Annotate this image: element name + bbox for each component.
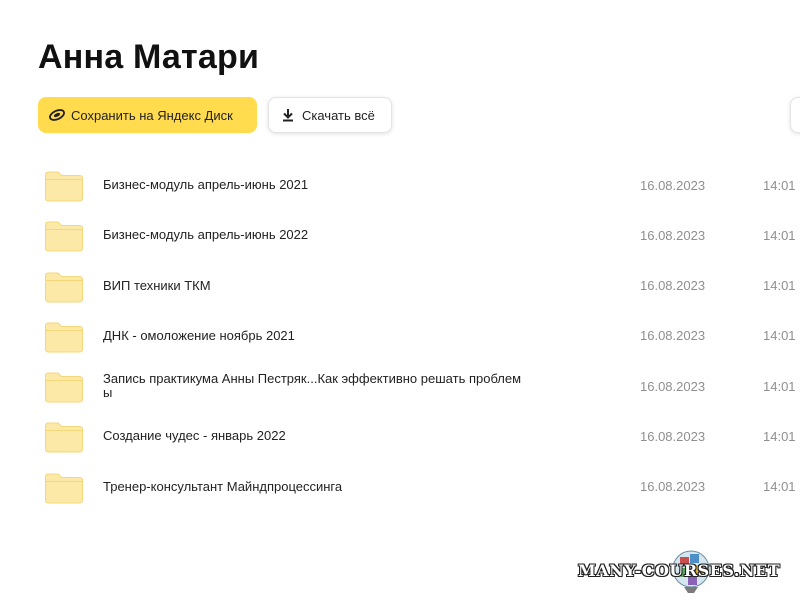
file-name[interactable]: Тренер-консультант Майндпроцессинга <box>103 462 523 512</box>
save-to-yandex-disk-button[interactable]: Сохранить на Яндекс Диск <box>38 97 257 133</box>
file-name[interactable]: Запись практикума Анны Пестряк...Как эфф… <box>103 361 523 411</box>
more-button[interactable] <box>790 97 800 133</box>
watermark-text: MANY-COURSES.NET <box>578 561 781 580</box>
file-date: 16.08.2023 <box>640 428 706 444</box>
file-list: Бизнес-модуль апрель-июнь 2021 16.08.2023… <box>0 160 800 512</box>
file-time: 14:01 <box>763 227 796 243</box>
file-date: 16.08.2023 <box>640 177 706 193</box>
file-row[interactable]: Создание чудес - январь 2022 16.08.2023 14… <box>0 411 800 461</box>
file-row[interactable]: Бизнес-модуль апрель-июнь 2022 16.08.2023… <box>0 210 800 260</box>
folder-icon <box>44 271 84 303</box>
download-all-button[interactable]: Скачать всё <box>268 97 392 133</box>
file-time: 14:01 <box>763 177 796 193</box>
file-name[interactable]: Создание чудес - январь 2022 <box>103 411 523 461</box>
file-date: 16.08.2023 <box>640 378 706 394</box>
file-date: 16.08.2023 <box>640 278 706 294</box>
folder-icon <box>44 472 84 504</box>
file-name[interactable]: ВИП техники ТКМ <box>103 261 523 311</box>
file-time: 14:01 <box>763 328 796 344</box>
save-button-label: Сохранить на Яндекс Диск <box>71 107 233 123</box>
download-icon <box>279 106 297 124</box>
file-date: 16.08.2023 <box>640 227 706 243</box>
file-date: 16.08.2023 <box>640 328 706 344</box>
file-row[interactable]: ДНК - омоложение ноябрь 2021 16.08.2023 14… <box>0 311 800 361</box>
file-row[interactable]: ВИП техники ТКМ 16.08.2023 14:01 <box>0 261 800 311</box>
watermark: MANY-COURSES.NET <box>578 547 793 597</box>
file-row[interactable]: Запись практикума Анны Пестряк...Как эфф… <box>0 361 800 411</box>
file-row[interactable]: Бизнес-модуль апрель-июнь 2021 16.08.2023… <box>0 160 800 210</box>
file-time: 14:01 <box>763 428 796 444</box>
file-name[interactable]: Бизнес-модуль апрель-июнь 2021 <box>103 160 523 210</box>
file-name[interactable]: Бизнес-модуль апрель-июнь 2022 <box>103 210 523 260</box>
folder-icon <box>44 220 84 252</box>
file-date: 16.08.2023 <box>640 479 706 495</box>
download-button-label: Скачать всё <box>302 107 375 123</box>
file-time: 14:01 <box>763 278 796 294</box>
file-row[interactable]: Тренер-консультант Майндпроцессинга 16.08… <box>0 462 800 512</box>
yandex-disk-icon <box>48 106 66 124</box>
folder-icon <box>44 371 84 403</box>
folder-icon <box>44 421 84 453</box>
file-time: 14:01 <box>763 479 796 495</box>
file-time: 14:01 <box>763 378 796 394</box>
page-title: Анна Матари <box>38 38 260 76</box>
public-folder-page: Анна Матари Сохранить на Яндекс Диск Ска… <box>0 0 800 603</box>
file-name[interactable]: ДНК - омоложение ноябрь 2021 <box>103 311 523 361</box>
folder-icon <box>44 321 84 353</box>
folder-icon <box>44 170 84 202</box>
